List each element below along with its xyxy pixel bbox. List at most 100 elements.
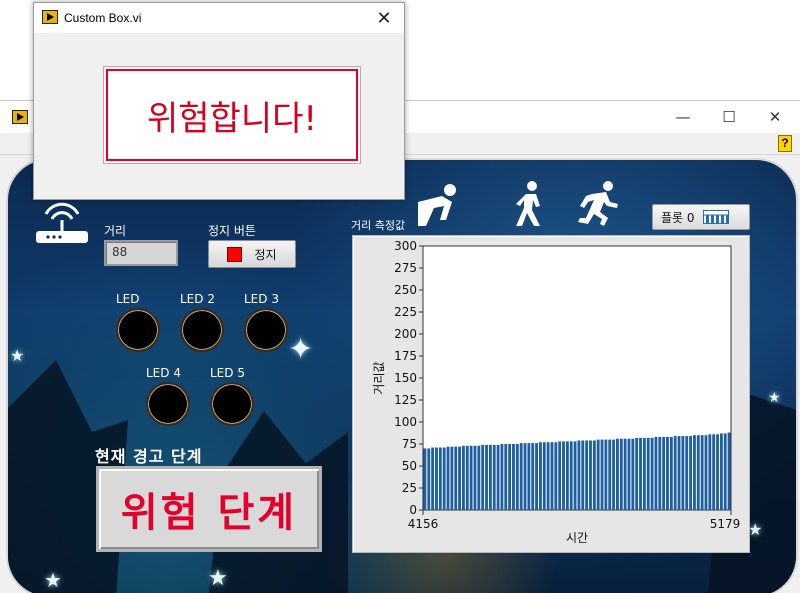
close-button[interactable]: ✕ xyxy=(752,101,798,133)
bar xyxy=(504,444,508,510)
distance-label: 거리 xyxy=(104,224,127,238)
bar xyxy=(650,437,654,510)
y-tick-label: 225 xyxy=(394,305,417,319)
running-person-icon xyxy=(578,181,618,226)
bar xyxy=(446,446,450,510)
bar xyxy=(523,443,527,510)
y-tick-label: 50 xyxy=(402,459,417,473)
dialog-titlebar[interactable]: Custom Box.vi ✕ xyxy=(34,3,404,33)
bar xyxy=(535,443,538,510)
bar xyxy=(704,435,708,510)
bar xyxy=(554,442,558,510)
custom-box-dialog: Custom Box.vi ✕ 위험합니다! xyxy=(33,2,405,200)
bar xyxy=(689,436,692,510)
star-icon: ★ xyxy=(10,346,25,365)
bar xyxy=(589,440,592,510)
plot-area xyxy=(422,245,732,511)
bar xyxy=(442,447,446,510)
bar xyxy=(423,448,427,510)
x-axis-label: 시간 xyxy=(566,531,588,545)
help-icon[interactable]: ? xyxy=(778,135,792,152)
wifi-router-icon xyxy=(36,202,88,243)
led-2[interactable] xyxy=(180,308,224,352)
plot-legend-label: 플롯 0 xyxy=(661,210,695,225)
bar xyxy=(573,441,577,510)
chart-svg: 0 25 50 75 100 125 150 175 200 225 250 275 300 4156 51… xyxy=(372,239,740,545)
bar xyxy=(654,436,658,510)
bar xyxy=(515,444,519,510)
bar xyxy=(627,438,631,510)
bar xyxy=(542,442,546,510)
star-icon: ✦ xyxy=(288,332,314,367)
bar xyxy=(512,444,515,510)
dialog-close-button[interactable]: ✕ xyxy=(368,3,400,33)
y-tick-label: 200 xyxy=(394,327,417,341)
led-5-label: LED 5 xyxy=(210,366,245,380)
bar xyxy=(492,444,496,510)
stop-indicator-icon xyxy=(227,246,243,262)
led-5[interactable] xyxy=(210,382,254,426)
star-icon: ★ xyxy=(208,566,228,591)
bar xyxy=(619,438,623,510)
bar xyxy=(531,443,535,510)
y-tick-label: 150 xyxy=(394,371,417,385)
bar xyxy=(546,442,550,510)
maximize-button[interactable]: ☐ xyxy=(706,101,752,133)
bar xyxy=(550,442,554,510)
screen: — ☐ ✕ ? ✦ ★ ★ ★ ★ ★ 거리 88 정지 버튼 정지 LED L… xyxy=(0,0,800,593)
star-icon: ★ xyxy=(768,390,781,406)
y-tick-label: 25 xyxy=(402,481,417,495)
bar xyxy=(592,440,596,510)
bar xyxy=(608,439,612,510)
bar xyxy=(450,446,454,510)
bar xyxy=(600,439,604,510)
stop-button-label: 정지 버튼 xyxy=(208,224,256,238)
bar xyxy=(612,439,615,510)
bar xyxy=(669,436,673,510)
bar xyxy=(454,446,458,510)
bar xyxy=(565,441,569,510)
y-tick-label: 0 xyxy=(409,503,417,517)
bar xyxy=(485,444,488,510)
stop-button[interactable]: 정지 xyxy=(208,240,296,268)
bar xyxy=(673,436,677,510)
y-tick-label: 100 xyxy=(394,415,417,429)
bar-plot-icon xyxy=(702,210,729,224)
led-3[interactable] xyxy=(244,308,288,352)
y-tick-label: 75 xyxy=(402,437,417,451)
led-4[interactable] xyxy=(146,382,190,426)
bar xyxy=(585,440,589,510)
bar xyxy=(616,438,619,510)
bar xyxy=(469,445,473,510)
bar xyxy=(716,434,719,510)
bar xyxy=(519,443,523,510)
bar xyxy=(477,445,481,510)
bar xyxy=(677,436,681,510)
warning-level-text: 위험 단계 xyxy=(120,490,298,536)
bar xyxy=(465,445,469,510)
led-4-label: LED 4 xyxy=(146,366,181,380)
bar xyxy=(569,441,573,510)
bar xyxy=(681,436,685,510)
bar xyxy=(719,433,723,510)
bar xyxy=(558,441,562,510)
bar xyxy=(604,439,608,510)
chart-label: 거리 측정값 xyxy=(351,219,406,232)
minimize-button[interactable]: — xyxy=(660,101,706,133)
bar xyxy=(427,448,431,510)
bar xyxy=(581,440,585,510)
bar xyxy=(635,437,639,510)
y-tick-label: 175 xyxy=(394,349,417,363)
bar xyxy=(727,432,731,510)
bar xyxy=(562,441,565,510)
bar xyxy=(723,433,727,510)
plot-legend[interactable]: 플롯 0 xyxy=(652,204,750,230)
y-tick-label: 300 xyxy=(394,239,417,253)
bar xyxy=(685,436,689,510)
y-tick-label: 125 xyxy=(394,393,417,407)
dialog-message-box: 위험합니다! xyxy=(106,69,358,161)
bar xyxy=(712,434,716,510)
led-1[interactable] xyxy=(116,308,160,352)
crouch-start-icon xyxy=(418,184,456,226)
bar xyxy=(696,435,700,510)
